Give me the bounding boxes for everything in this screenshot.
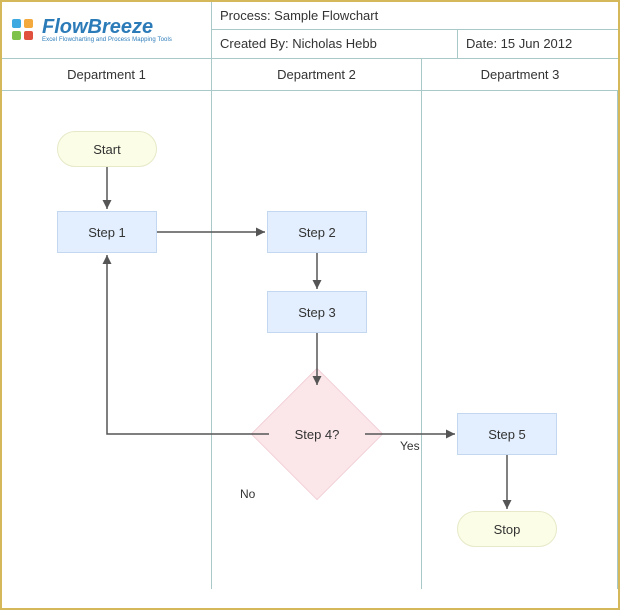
header: FlowBreeze Excel Flowcharting and Proces… [2, 2, 618, 59]
node-step4: Step 4? [252, 369, 382, 499]
node-start: Start [57, 131, 157, 167]
edge-label-no: No [240, 487, 255, 501]
node-start-label: Start [93, 142, 120, 157]
created-by: Created By: Nicholas Hebb [212, 30, 458, 58]
node-step5-label: Step 5 [488, 427, 526, 442]
node-step3-label: Step 3 [298, 305, 336, 320]
lane-2 [212, 91, 422, 589]
logo-title: FlowBreeze [42, 17, 172, 37]
date-label: Date: 15 Jun 2012 [458, 30, 618, 58]
node-step2-label: Step 2 [298, 225, 336, 240]
col-header-2: Department 2 [212, 59, 422, 90]
col-header-3: Department 3 [422, 59, 618, 90]
columns-header: Department 1 Department 2 Department 3 [2, 59, 618, 91]
logo-subtitle: Excel Flowcharting and Process Mapping T… [42, 37, 172, 43]
node-step2: Step 2 [267, 211, 367, 253]
node-step1: Step 1 [57, 211, 157, 253]
logo-icon [10, 17, 36, 43]
flowchart-frame: FlowBreeze Excel Flowcharting and Proces… [0, 0, 620, 610]
node-step1-label: Step 1 [88, 225, 126, 240]
node-step3: Step 3 [267, 291, 367, 333]
logo-cell: FlowBreeze Excel Flowcharting and Proces… [2, 2, 212, 58]
col-header-1: Department 1 [2, 59, 212, 90]
node-stop-label: Stop [494, 522, 521, 537]
edge-label-yes: Yes [400, 439, 420, 453]
node-stop: Stop [457, 511, 557, 547]
swimlanes: Start Step 1 Step 2 Step 3 Step 4? Step … [2, 91, 618, 589]
process-label: Process: Sample Flowchart [212, 2, 618, 30]
node-step5: Step 5 [457, 413, 557, 455]
node-step4-label: Step 4? [295, 427, 340, 442]
